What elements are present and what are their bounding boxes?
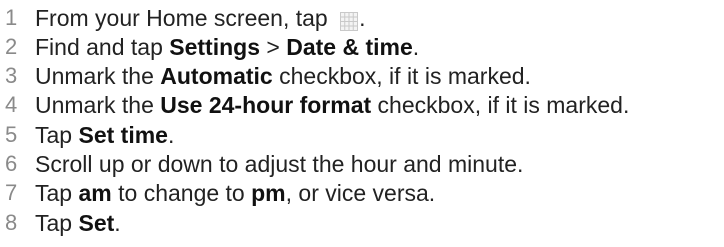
ui-term: Automatic bbox=[160, 63, 273, 89]
step-number: 7 bbox=[5, 180, 18, 205]
step-text: Tap am to change to pm, or vice versa. bbox=[35, 178, 435, 208]
step-text-segment: . bbox=[167, 122, 175, 148]
step-text: Find and tap Settings > Date & time. bbox=[35, 32, 419, 62]
step-text-segment: Tap bbox=[35, 180, 79, 206]
step-number: 5 bbox=[5, 122, 18, 147]
step-text: Tap Set. bbox=[35, 208, 121, 238]
step-text: Scroll up or down to adjust the hour and… bbox=[35, 149, 523, 179]
step-text-segment: Scroll up or down to adjust the hour and… bbox=[35, 151, 524, 177]
app-grid-icon bbox=[340, 8, 359, 32]
ui-term: Date & time bbox=[286, 34, 413, 60]
step-text-segment: checkbox, if it is marked. bbox=[371, 92, 630, 118]
step-text-segment: Tap bbox=[35, 122, 79, 148]
step-text-segment: , or vice versa. bbox=[285, 180, 436, 206]
step-text-segment: to change to bbox=[111, 180, 252, 206]
step-text-segment: . bbox=[412, 34, 420, 60]
ui-term: Set time bbox=[78, 122, 168, 148]
step-number: 2 bbox=[5, 34, 18, 59]
ui-term: Set bbox=[78, 210, 115, 236]
step-text: Tap Set time. bbox=[35, 120, 174, 150]
step-text-segment: Find and tap bbox=[35, 34, 170, 60]
step-text-segment: Tap bbox=[35, 210, 79, 236]
step-text-segment: . bbox=[359, 5, 366, 31]
step-number: 4 bbox=[5, 92, 18, 117]
step-text: From your Home screen, tap . bbox=[35, 3, 366, 33]
step-number: 8 bbox=[5, 210, 18, 235]
step-number: 3 bbox=[5, 63, 18, 88]
step-text-segment: From your Home screen, tap bbox=[35, 5, 335, 31]
ui-term: Use 24-hour format bbox=[160, 92, 372, 118]
step-text: Unmark the Automatic checkbox, if it is … bbox=[35, 61, 531, 91]
step-text-segment: > bbox=[260, 34, 287, 60]
step-text-segment: Unmark the bbox=[35, 92, 161, 118]
step-text-segment: . bbox=[114, 210, 121, 236]
step-number: 1 bbox=[5, 5, 18, 30]
step-text-segment: checkbox, if it is marked. bbox=[272, 63, 531, 89]
step-text-segment: Unmark the bbox=[35, 63, 161, 89]
ui-term: pm bbox=[251, 180, 286, 206]
step-number: 6 bbox=[5, 151, 18, 176]
ui-term: Settings bbox=[169, 34, 260, 60]
step-text: Unmark the Use 24-hour format checkbox, … bbox=[35, 90, 629, 120]
ui-term: am bbox=[78, 180, 112, 206]
